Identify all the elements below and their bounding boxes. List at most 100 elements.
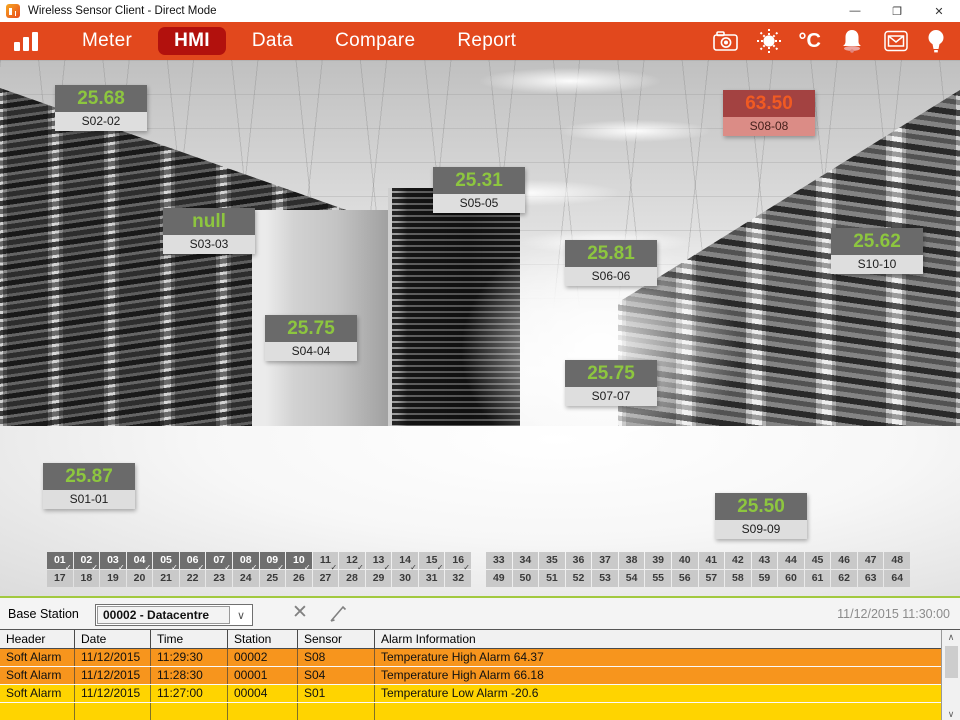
column-header-sensor[interactable]: Sensor	[298, 630, 375, 648]
celsius-label[interactable]: °C	[799, 30, 821, 53]
channel-cell-12[interactable]: 12✓	[339, 552, 365, 569]
channel-cell-54[interactable]: 54	[619, 570, 645, 587]
channel-cell-31[interactable]: 31	[419, 570, 445, 587]
channel-cell-57[interactable]: 57	[699, 570, 725, 587]
scroll-down-icon[interactable]: ∨	[948, 707, 955, 720]
channel-cell-26[interactable]: 26	[286, 570, 312, 587]
alarm-row[interactable]: Soft Alarm11/12/201511:28:3000001S04Temp…	[0, 667, 960, 685]
channel-cell-41[interactable]: 41	[699, 552, 725, 569]
sensor-overlay-s01-01[interactable]: 25.87S01-01	[43, 463, 135, 509]
channel-cell-52[interactable]: 52	[566, 570, 592, 587]
channel-cell-15[interactable]: 15✓	[419, 552, 445, 569]
restore-button[interactable]: ❐	[876, 0, 918, 22]
channel-cell-56[interactable]: 56	[672, 570, 698, 587]
sensor-overlay-s03-03[interactable]: nullS03-03	[163, 208, 255, 254]
channel-cell-04[interactable]: 04✓	[127, 552, 153, 569]
channel-cell-23[interactable]: 23	[206, 570, 232, 587]
channel-cell-39[interactable]: 39	[645, 552, 671, 569]
channel-cell-61[interactable]: 61	[805, 570, 831, 587]
channel-cell-49[interactable]: 49	[486, 570, 512, 587]
channel-cell-18[interactable]: 18	[74, 570, 100, 587]
chevron-down-icon[interactable]: ∨	[230, 609, 252, 622]
channel-cell-10[interactable]: 10✓	[286, 552, 312, 569]
sensor-overlay-s02-02[interactable]: 25.68S02-02	[55, 85, 147, 131]
sensor-overlay-s04-04[interactable]: 25.75S04-04	[265, 315, 357, 361]
channel-cell-20[interactable]: 20	[127, 570, 153, 587]
column-header-time[interactable]: Time	[151, 630, 228, 648]
sensor-overlay-s05-05[interactable]: 25.31S05-05	[433, 167, 525, 213]
alarm-row[interactable]: Soft Alarm11/12/201511:29:3000002S08Temp…	[0, 649, 960, 667]
tab-compare[interactable]: Compare	[319, 27, 431, 55]
channel-cell-06[interactable]: 06✓	[180, 552, 206, 569]
sensor-overlay-s09-09[interactable]: 25.50S09-09	[715, 493, 807, 539]
alarm-row[interactable]	[0, 703, 960, 720]
channel-cell-21[interactable]: 21	[153, 570, 179, 587]
alarm-bell-icon[interactable]	[838, 28, 866, 54]
channel-cell-38[interactable]: 38	[619, 552, 645, 569]
channel-cell-47[interactable]: 47	[858, 552, 884, 569]
minimize-button[interactable]: —	[834, 0, 876, 22]
channel-cell-63[interactable]: 63	[858, 570, 884, 587]
channel-cell-32[interactable]: 32	[445, 570, 471, 587]
channel-cell-05[interactable]: 05✓	[153, 552, 179, 569]
bulb-icon[interactable]	[926, 28, 946, 55]
channel-cell-37[interactable]: 37	[592, 552, 618, 569]
tab-report[interactable]: Report	[441, 27, 532, 55]
sensor-overlay-s07-07[interactable]: 25.75S07-07	[565, 360, 657, 406]
channel-cell-27[interactable]: 27	[313, 570, 339, 587]
channel-cell-35[interactable]: 35	[539, 552, 565, 569]
channel-cell-24[interactable]: 24	[233, 570, 259, 587]
channel-cell-09[interactable]: 09✓	[260, 552, 286, 569]
channel-cell-13[interactable]: 13✓	[366, 552, 392, 569]
channel-cell-30[interactable]: 30	[392, 570, 418, 587]
channel-cell-29[interactable]: 29	[366, 570, 392, 587]
channel-cell-07[interactable]: 07✓	[206, 552, 232, 569]
tab-data[interactable]: Data	[236, 27, 309, 55]
channel-cell-03[interactable]: 03✓	[100, 552, 126, 569]
channel-cell-53[interactable]: 53	[592, 570, 618, 587]
channel-cell-34[interactable]: 34	[513, 552, 539, 569]
channel-cell-25[interactable]: 25	[260, 570, 286, 587]
channel-cell-17[interactable]: 17	[47, 570, 73, 587]
channel-cell-16[interactable]: 16✓	[445, 552, 471, 569]
edit-pencil-icon[interactable]	[328, 605, 350, 628]
channel-cell-19[interactable]: 19	[100, 570, 126, 587]
channel-cell-44[interactable]: 44	[778, 552, 804, 569]
channel-cell-28[interactable]: 28	[339, 570, 365, 587]
column-header-date[interactable]: Date	[75, 630, 151, 648]
channel-cell-36[interactable]: 36	[566, 552, 592, 569]
channel-cell-43[interactable]: 43	[752, 552, 778, 569]
sensor-overlay-s06-06[interactable]: 25.81S06-06	[565, 240, 657, 286]
channel-cell-55[interactable]: 55	[645, 570, 671, 587]
tab-meter[interactable]: Meter	[66, 27, 148, 55]
channel-cell-64[interactable]: 64	[884, 570, 910, 587]
channel-cell-51[interactable]: 51	[539, 570, 565, 587]
column-header-station[interactable]: Station	[228, 630, 298, 648]
channel-cell-60[interactable]: 60	[778, 570, 804, 587]
sensor-overlay-s10-10[interactable]: 25.62S10-10	[831, 228, 923, 274]
channel-cell-62[interactable]: 62	[831, 570, 857, 587]
channel-cell-50[interactable]: 50	[513, 570, 539, 587]
camera-icon[interactable]	[712, 29, 739, 53]
channel-cell-42[interactable]: 42	[725, 552, 751, 569]
channel-cell-02[interactable]: 02✓	[74, 552, 100, 569]
channel-cell-45[interactable]: 45	[805, 552, 831, 569]
channel-cell-01[interactable]: 01✓	[47, 552, 73, 569]
brightness-icon[interactable]	[756, 28, 782, 54]
alarm-row[interactable]: Soft Alarm11/12/201511:27:0000004S01Temp…	[0, 685, 960, 703]
channel-cell-48[interactable]: 48	[884, 552, 910, 569]
scroll-up-icon[interactable]: ∧	[948, 630, 955, 644]
channel-cell-59[interactable]: 59	[752, 570, 778, 587]
vertical-scrollbar[interactable]: ∧ ∨	[941, 630, 960, 720]
channel-cell-58[interactable]: 58	[725, 570, 751, 587]
column-header-alarm-information[interactable]: Alarm Information	[375, 630, 960, 648]
channel-cell-33[interactable]: 33	[486, 552, 512, 569]
channel-cell-46[interactable]: 46	[831, 552, 857, 569]
channel-cell-22[interactable]: 22	[180, 570, 206, 587]
channel-cell-08[interactable]: 08✓	[233, 552, 259, 569]
scrollbar-thumb[interactable]	[945, 646, 958, 678]
channel-cell-40[interactable]: 40	[672, 552, 698, 569]
close-button[interactable]: ✕	[918, 0, 960, 22]
channel-cell-14[interactable]: 14✓	[392, 552, 418, 569]
base-station-dropdown[interactable]: 00002 - Datacentre ∨	[95, 604, 253, 626]
